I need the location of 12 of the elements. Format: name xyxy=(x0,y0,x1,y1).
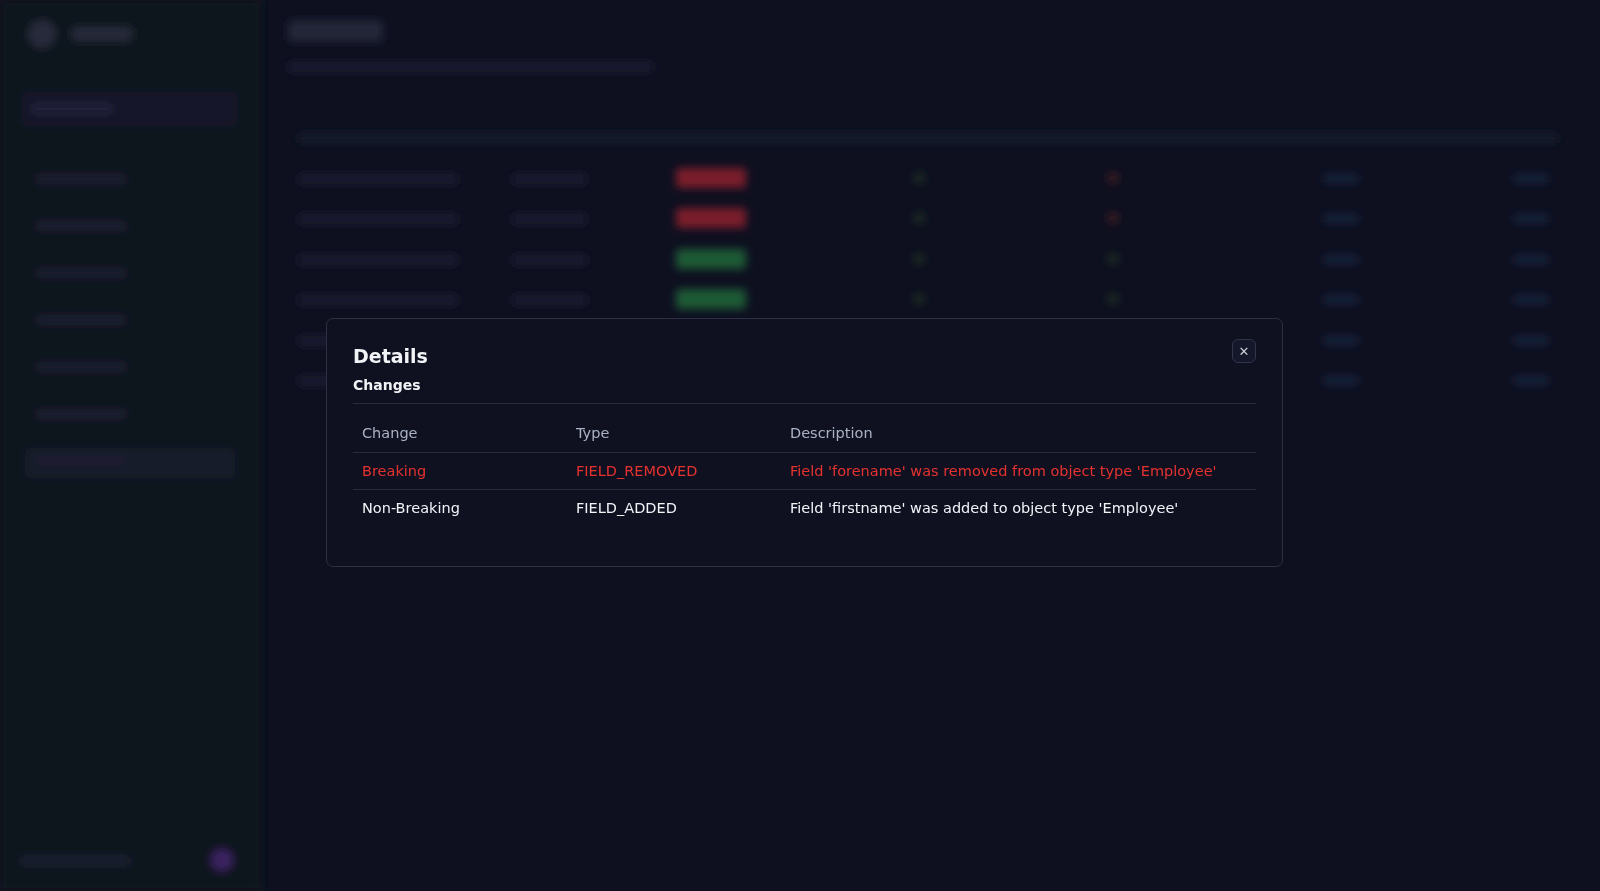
column-header: Description xyxy=(781,403,1256,453)
table-cell: FIELD_REMOVED xyxy=(567,452,781,490)
table-cell: Field 'firstname' was added to object type 'Employee' xyxy=(781,489,1256,526)
table-cell: FIELD_ADDED xyxy=(567,489,781,526)
table-cell: Breaking xyxy=(353,452,567,490)
table-cell: Field 'forename' was removed from object type 'Employee' xyxy=(781,452,1256,490)
section-heading: Changes xyxy=(353,377,422,395)
column-header: Type xyxy=(567,403,781,453)
table-cell: Non-Breaking xyxy=(353,489,567,526)
column-header: Change xyxy=(353,403,567,453)
close-button[interactable]: ✕ xyxy=(1232,339,1256,363)
dialog-title: Details xyxy=(353,345,428,367)
